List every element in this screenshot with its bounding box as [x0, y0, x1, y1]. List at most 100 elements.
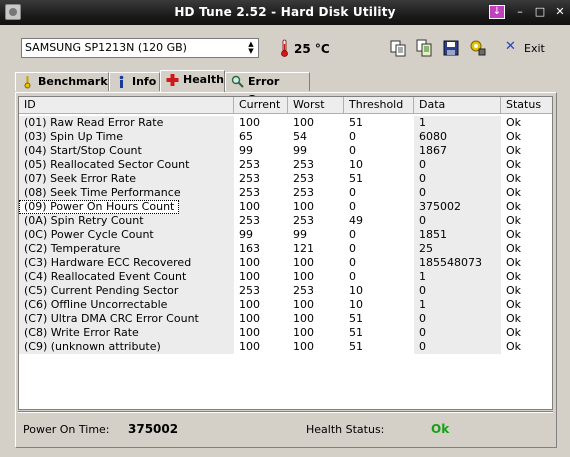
cell-data: 0 [414, 284, 501, 298]
cell-data: 0 [414, 312, 501, 326]
cell-threshold: 51 [349, 340, 363, 353]
minimize-button[interactable]: – [512, 5, 528, 19]
cell-threshold: 0 [349, 200, 356, 213]
options-icon[interactable] [468, 38, 488, 58]
cell-worst: 100 [293, 256, 314, 269]
table-row[interactable]: (04) Start/Stop Count 99 99 0 1867 Ok [19, 144, 552, 158]
cell-current: 163 [239, 242, 260, 255]
table-row[interactable]: (C2) Temperature 163 121 0 25 Ok [19, 242, 552, 256]
table-row[interactable]: (C3) Hardware ECC Recovered 100 100 0 185548… [19, 256, 552, 270]
table-row[interactable]: (C4) Reallocated Event Count 100 100 0 1 Ok [19, 270, 552, 284]
cell-worst: 100 [293, 340, 314, 353]
cell-id: (C5) Current Pending Sector [19, 284, 234, 298]
smart-attributes-table[interactable]: ID Current Worst Threshold Data Status (… [18, 96, 553, 410]
cell-current: 100 [239, 200, 260, 213]
power-on-time-label: Power On Time: [23, 423, 110, 436]
cell-id: (0C) Power Cycle Count [19, 228, 234, 242]
cell-status: Ok [506, 242, 522, 255]
table-row[interactable]: (0C) Power Cycle Count 99 99 0 1851 Ok [19, 228, 552, 242]
cell-id: (05) Reallocated Sector Count [19, 158, 234, 172]
table-row[interactable]: (08) Seek Time Performance 253 253 0 0 Ok [19, 186, 552, 200]
cell-worst: 121 [293, 242, 314, 255]
cell-data: 1867 [414, 144, 501, 158]
cell-data: 375002 [414, 200, 501, 214]
exit-x-icon: ✕ [505, 39, 516, 54]
table-row[interactable]: (07) Seek Error Rate 253 253 51 0 Ok [19, 172, 552, 186]
col-header-data[interactable]: Data [414, 97, 501, 114]
spin-arrows-icon[interactable]: ▲ ▼ [246, 41, 256, 55]
table-row[interactable]: (01) Raw Read Error Rate 100 100 51 1 Ok [19, 116, 552, 130]
cell-current: 100 [239, 298, 260, 311]
cell-status: Ok [506, 144, 522, 157]
cell-id: (09) Power On Hours Count [19, 200, 179, 214]
tab-info[interactable]: Info [109, 72, 160, 91]
cell-current: 100 [239, 326, 260, 339]
cell-threshold: 0 [349, 130, 356, 143]
cell-id: (C9) (unknown attribute) [19, 340, 234, 354]
cell-status: Ok [506, 200, 522, 213]
col-header-threshold[interactable]: Threshold [344, 97, 414, 114]
cell-id: (C8) Write Error Rate [19, 326, 234, 340]
health-status-value: Ok [431, 422, 450, 436]
cell-status: Ok [506, 326, 522, 339]
cell-threshold: 0 [349, 186, 356, 199]
benchmark-icon [24, 76, 31, 89]
power-on-time-value: 375002 [128, 422, 179, 436]
pin-icon[interactable]: ↓ [489, 5, 505, 19]
table-row[interactable]: (C6) Offline Uncorrectable 100 100 10 1 Ok [19, 298, 552, 312]
cell-data: 0 [414, 340, 501, 354]
cell-data: 1851 [414, 228, 501, 242]
cell-id: (03) Spin Up Time [19, 130, 234, 144]
cell-worst: 99 [293, 228, 307, 241]
table-row[interactable]: (09) Power On Hours Count 100 100 0 375002 Ok [19, 200, 552, 214]
tab-health-label: Health [183, 73, 224, 86]
health-cross-icon [166, 74, 179, 86]
exit-button[interactable]: ✕ Exit [505, 39, 545, 58]
copy-icon[interactable] [388, 38, 408, 58]
copy-all-icon[interactable] [414, 38, 434, 58]
magnifier-icon [231, 75, 244, 88]
cell-id: (C7) Ultra DMA CRC Error Count [19, 312, 234, 326]
drive-select[interactable]: SAMSUNG SP1213N (120 GB) ▲ ▼ [21, 38, 259, 58]
health-status-label: Health Status: [306, 423, 385, 436]
cell-data: 0 [414, 172, 501, 186]
table-row[interactable]: (05) Reallocated Sector Count 253 253 10 0 Ok [19, 158, 552, 172]
cell-worst: 100 [293, 298, 314, 311]
table-row[interactable]: (03) Spin Up Time 65 54 0 6080 Ok [19, 130, 552, 144]
cell-id-fill [179, 200, 234, 214]
cell-data: 0 [414, 214, 501, 228]
cell-worst: 100 [293, 312, 314, 325]
table-row[interactable]: (C9) (unknown attribute) 100 100 51 0 Ok [19, 340, 552, 354]
cell-status: Ok [506, 214, 522, 227]
tab-health[interactable]: Health [160, 70, 225, 92]
table-row[interactable]: (0A) Spin Retry Count 253 253 49 0 Ok [19, 214, 552, 228]
cell-current: 253 [239, 186, 260, 199]
save-icon[interactable] [441, 38, 461, 58]
thermometer-icon [281, 39, 288, 57]
cell-worst: 100 [293, 326, 314, 339]
cell-id: (04) Start/Stop Count [19, 144, 234, 158]
cell-status: Ok [506, 256, 522, 269]
cell-id: (07) Seek Error Rate [19, 172, 234, 186]
cell-threshold: 51 [349, 172, 363, 185]
cell-status: Ok [506, 158, 522, 171]
table-row[interactable]: (C8) Write Error Rate 100 100 51 0 Ok [19, 326, 552, 340]
close-button[interactable]: ✕ [552, 5, 568, 19]
cell-threshold: 51 [349, 312, 363, 325]
table-row[interactable]: (C5) Current Pending Sector 253 253 10 0 Ok [19, 284, 552, 298]
col-header-id[interactable]: ID [19, 97, 234, 114]
cell-status: Ok [506, 312, 522, 325]
col-header-status[interactable]: Status [501, 97, 552, 114]
info-icon [119, 75, 124, 88]
maximize-button[interactable]: □ [532, 5, 548, 19]
col-header-worst[interactable]: Worst [288, 97, 344, 114]
table-row[interactable]: (C7) Ultra DMA CRC Error Count 100 100 51 0 O… [19, 312, 552, 326]
cell-current: 100 [239, 256, 260, 269]
cell-current: 100 [239, 116, 260, 129]
cell-threshold: 0 [349, 144, 356, 157]
col-header-current[interactable]: Current [234, 97, 288, 114]
cell-current: 100 [239, 312, 260, 325]
cell-current: 99 [239, 228, 253, 241]
tab-benchmark[interactable]: Benchmark [15, 72, 109, 91]
tab-error-scan[interactable]: Error Scan [225, 72, 310, 106]
